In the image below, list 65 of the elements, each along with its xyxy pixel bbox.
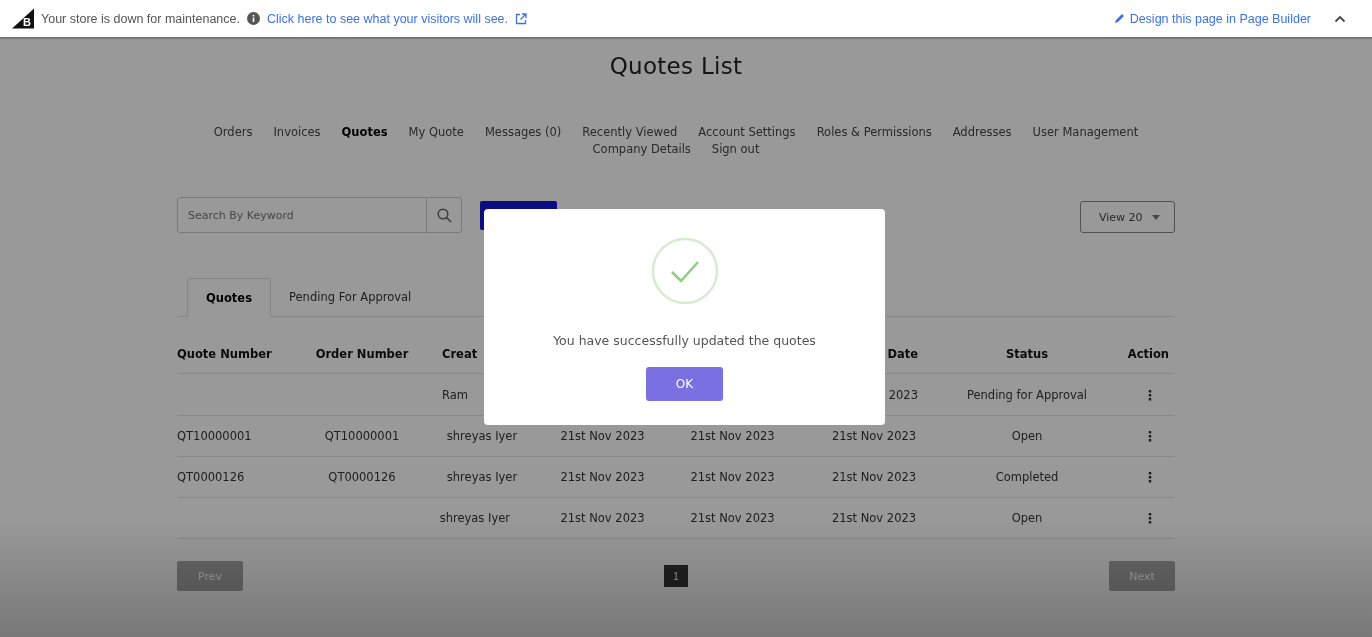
nav-link[interactable]: Addresses xyxy=(952,125,1012,139)
table-cell: 2023 xyxy=(888,388,918,402)
column-header: Quote Number xyxy=(177,346,272,361)
table-cell: shreyas Iyer xyxy=(439,511,510,525)
dialog-message: You have successfully updated the quotes xyxy=(553,333,816,348)
table-cell: Completed xyxy=(995,470,1059,484)
table-cell: Ram xyxy=(442,388,468,402)
ok-button[interactable]: OK xyxy=(646,367,723,401)
table-cell: QT10000001 xyxy=(324,429,400,443)
caret-icon xyxy=(1151,214,1160,220)
nav-link[interactable]: Messages (0) xyxy=(484,125,562,139)
nav-link[interactable]: Orders xyxy=(213,125,253,139)
nav-link[interactable]: Quotes xyxy=(341,125,388,139)
info-icon xyxy=(246,12,260,25)
table-cell: 21st Nov 2023 xyxy=(690,429,775,443)
search-button[interactable] xyxy=(427,197,462,233)
more-button[interactable]: ⋮ xyxy=(1131,510,1169,526)
nav-link[interactable]: Roles & Permissions xyxy=(816,125,932,139)
table-cell: shreyas Iyer xyxy=(446,470,518,484)
nav-link[interactable]: Sign out xyxy=(711,142,760,156)
search-icon xyxy=(436,207,452,223)
table-cell: QT0000126 xyxy=(177,470,245,484)
tab[interactable]: Pending For Approval xyxy=(271,278,430,316)
column-header: Order Number xyxy=(315,346,409,361)
maintenance-message: Your store is down for maintenance. xyxy=(41,11,240,26)
search-field[interactable]: Search By Keyword xyxy=(177,197,427,233)
nav-link[interactable]: Recently Viewed xyxy=(582,125,678,139)
nav-link[interactable]: My Quote xyxy=(408,125,464,139)
nav-link[interactable]: Invoices xyxy=(273,125,321,139)
tab[interactable]: Quotes xyxy=(187,278,271,317)
preview-link[interactable]: Click here to see what your visitors will see. xyxy=(266,11,509,26)
table-cell: 21st Nov 2023 xyxy=(831,429,917,443)
table-cell: Open xyxy=(1011,429,1043,443)
view-dropdown[interactable]: View 20 xyxy=(1080,201,1175,233)
table-cell: 21st Nov 2023 xyxy=(560,470,645,484)
external-link-icon xyxy=(515,12,528,25)
table-cell: 21st Nov 2023 xyxy=(560,511,645,525)
table-cell: Pending for Approval xyxy=(966,388,1088,402)
page-number[interactable]: 1 xyxy=(664,565,688,588)
more-button[interactable]: ⋮ xyxy=(1131,387,1169,403)
table-cell: shreyas Iyer xyxy=(446,429,518,443)
page-title: Quotes List xyxy=(608,53,744,79)
table-cell: 21st Nov 2023 xyxy=(831,511,917,525)
nav-link[interactable]: Account Settings xyxy=(698,125,796,139)
table-cell: 21st Nov 2023 xyxy=(560,429,645,443)
dropdown-value: View 20 xyxy=(1099,210,1143,224)
column-header: Creat xyxy=(442,346,478,361)
pencil-icon xyxy=(1113,13,1125,24)
more-button[interactable]: ⋮ xyxy=(1131,469,1169,485)
logo: B xyxy=(12,8,34,29)
table-cell: 21st Nov 2023 xyxy=(690,470,775,484)
column-header: Action xyxy=(1127,346,1169,361)
table-cell: Open xyxy=(1011,511,1043,525)
success-check-icon xyxy=(650,237,719,305)
table-cell: 21st Nov 2023 xyxy=(690,511,775,525)
chevron-up-icon xyxy=(1334,14,1346,23)
more-button[interactable]: ⋮ xyxy=(1131,428,1169,444)
nav-link[interactable]: Company Details xyxy=(592,142,691,156)
column-header: Date xyxy=(887,346,918,361)
table-cell: QT10000001 xyxy=(177,429,252,443)
column-header: Status xyxy=(1005,346,1049,361)
table-cell: QT0000126 xyxy=(328,470,396,484)
nav-link[interactable]: User Management xyxy=(1032,125,1139,139)
page-builder-link[interactable]: Design this page in Page Builder xyxy=(1129,11,1311,26)
table-cell: 21st Nov 2023 xyxy=(831,470,917,484)
